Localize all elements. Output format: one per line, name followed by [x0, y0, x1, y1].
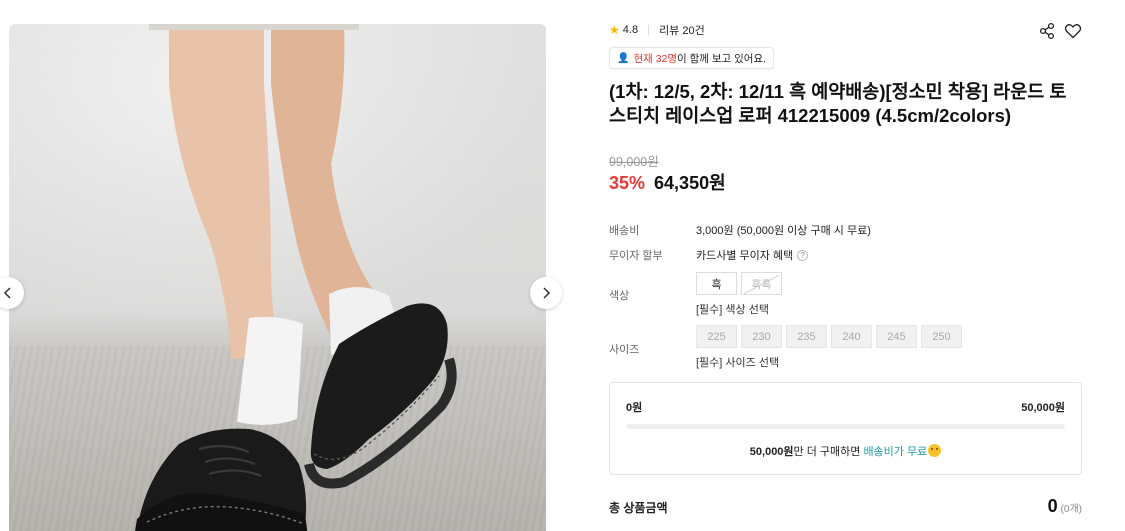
action-icons	[1038, 22, 1082, 40]
free-shipping-box: 0원 50,000원 50,000원만 더 구매하면 배송비가 무료	[609, 382, 1082, 475]
installment-value-wrap: 카드사별 무이자 혜택 ?	[696, 247, 809, 263]
color-option-black[interactable]: 흑	[696, 272, 737, 295]
divider	[648, 25, 650, 35]
message-highlight: 배송비가 무료	[863, 446, 928, 458]
size-option-225[interactable]: 225	[696, 325, 737, 348]
share-icon[interactable]	[1038, 22, 1056, 40]
chevron-right-icon	[543, 287, 551, 299]
installment-label: 무이자 할부	[609, 250, 663, 262]
free-shipping-message: 50,000원만 더 구매하면 배송비가 무료	[610, 443, 1081, 459]
shipping-value: 3,000원 (50,000원 이상 구매 시 무료)	[696, 225, 871, 237]
remaining-amount: 50,000원	[749, 446, 794, 458]
rating-row: ★ 4.8 리뷰 20건	[609, 22, 705, 38]
sale-price: 64,350원	[654, 173, 726, 193]
product-image	[9, 24, 546, 531]
live-viewers-badge: 👤 현재 32명 이 함께 보고 있어요.	[609, 47, 774, 69]
shipping-label: 배송비	[609, 225, 640, 237]
color-options: 흑 흑흑	[696, 272, 782, 295]
price-row: 35% 64,350원	[609, 169, 726, 195]
original-price: 99,000원	[609, 155, 659, 169]
size-option-235[interactable]: 235	[786, 325, 827, 348]
size-option-245[interactable]: 245	[876, 325, 917, 348]
color-label: 색상	[609, 290, 630, 302]
product-title: (1차: 12/5, 2차: 12/11 흑 예약배송)[정소민 착용] 라운드…	[609, 81, 1067, 126]
legs-shoes-illustration	[135, 24, 457, 531]
total-label: 총 상품금액	[609, 501, 668, 515]
free-shipping-threshold: 50,000원	[1021, 402, 1065, 414]
color-option-black-soldout[interactable]: 흑흑	[741, 272, 782, 295]
total-count: (0개)	[1060, 504, 1082, 515]
size-option-240[interactable]: 240	[831, 325, 872, 348]
message-middle: 만 더 구매하면	[793, 446, 864, 458]
free-shipping-progress	[626, 424, 1065, 429]
person-icon: 👤	[617, 52, 630, 64]
discount-rate: 35%	[609, 173, 646, 193]
shipping-row: 배송비 3,000원 (50,000원 이상 구매 시 무료)	[609, 222, 871, 238]
size-hint: [필수] 사이즈 선택	[696, 357, 780, 369]
color-hint: [필수] 색상 선택	[696, 304, 769, 316]
rating-score: 4.8	[622, 24, 639, 36]
size-options: 225 230 235 240 245 250	[696, 325, 962, 348]
installment-value: 카드사별 무이자 혜택	[696, 250, 794, 262]
installment-row: 무이자 할부 카드사별 무이자 혜택 ?	[609, 247, 809, 263]
help-icon[interactable]: ?	[797, 249, 809, 261]
size-option-250[interactable]: 250	[921, 325, 962, 348]
chevron-left-icon	[3, 287, 11, 299]
review-count-link[interactable]: 리뷰 20건	[659, 22, 705, 38]
smile-emoji-icon	[928, 444, 942, 457]
total-row: 총 상품금액 0 (0개)	[609, 496, 1082, 517]
total-value-wrap: 0 (0개)	[1048, 496, 1082, 517]
viewer-count: 현재 32명	[633, 52, 678, 65]
star-icon: ★	[609, 23, 620, 37]
cart-amount: 0원	[626, 402, 643, 414]
heart-icon[interactable]	[1064, 22, 1082, 40]
total-amount: 0	[1047, 496, 1058, 516]
viewer-text: 이 함께 보고 있어요.	[677, 52, 766, 65]
size-option-230[interactable]: 230	[741, 325, 782, 348]
gallery-next-button[interactable]	[530, 277, 562, 309]
size-label: 사이즈	[609, 344, 640, 356]
